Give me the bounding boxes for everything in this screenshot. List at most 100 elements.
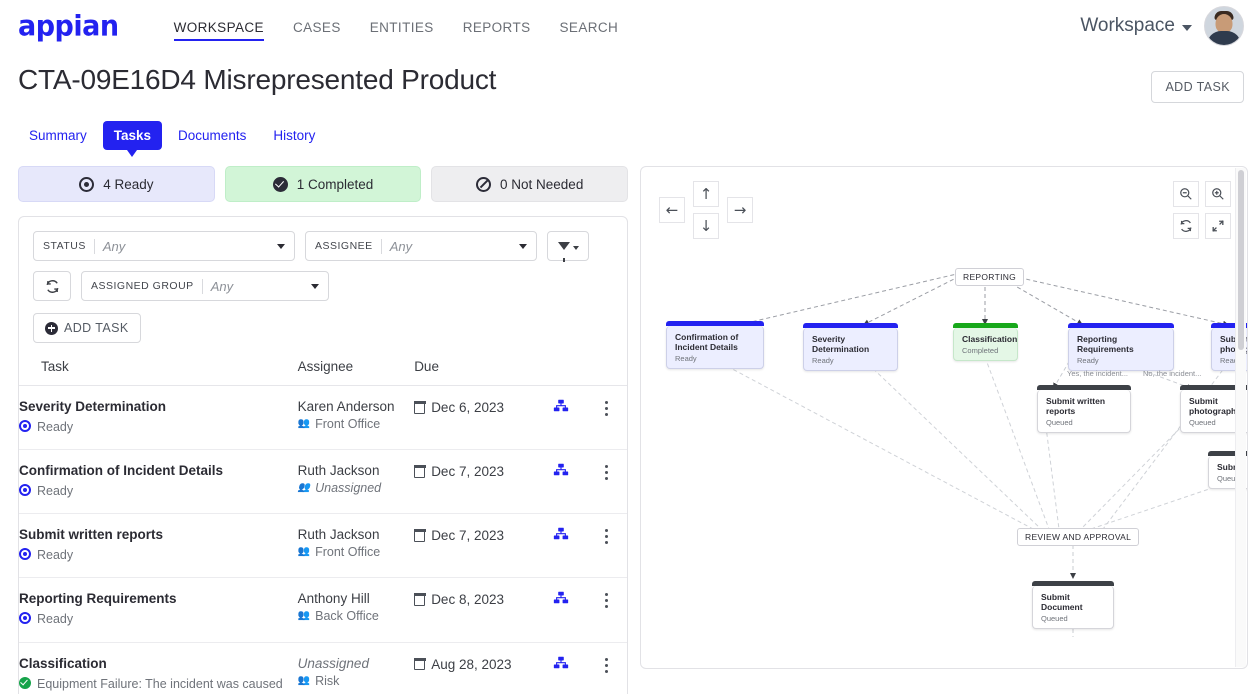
- process-node[interactable]: Reporting Requirements Ready: [1068, 323, 1174, 371]
- calendar-icon: [413, 401, 426, 414]
- check-circle-icon: [19, 676, 31, 689]
- due-date: Dec 7, 2023: [413, 527, 536, 543]
- due-cell: Aug 28, 2023: [413, 642, 536, 694]
- tab-tasks[interactable]: Tasks: [102, 121, 163, 150]
- task-list-card: STATUS Any ASSIGNEE Any ASSIGNED GROUP A…: [18, 216, 628, 694]
- assignee-filter-value: Any: [389, 238, 413, 254]
- avatar[interactable]: [1204, 6, 1244, 46]
- row-menu-cell: [586, 385, 627, 451]
- row-menu-button[interactable]: [605, 401, 609, 416]
- process-node[interactable]: Severity Determination Ready: [803, 323, 898, 371]
- edge-label: Yes, the incident...: [1067, 369, 1129, 378]
- assignee-group-label: Back Office: [315, 609, 379, 624]
- filter-button[interactable]: [547, 231, 589, 262]
- diagram-container: ↑ ↓ ← → REPORTING REVIEW AND APPROVAL Co…: [640, 166, 1248, 669]
- node-status: Ready: [1077, 356, 1099, 366]
- task-cell: Severity Determination Ready: [19, 385, 298, 451]
- assignee-name: Anthony Hill: [297, 591, 370, 607]
- tab-summary[interactable]: Summary: [18, 121, 98, 150]
- tree-view-icon[interactable]: [553, 591, 569, 604]
- check-circle-icon: [272, 176, 288, 192]
- sub-tabs: Summary Tasks Documents History: [0, 103, 1260, 150]
- pill-completed[interactable]: 1 Completed: [224, 166, 422, 202]
- process-node[interactable]: Classification Completed: [953, 323, 1018, 361]
- add-task-button-header[interactable]: ADD TASK: [1151, 71, 1244, 103]
- refresh-icon: [45, 279, 59, 293]
- ban-icon: [476, 176, 492, 192]
- chevron-down-icon: [311, 283, 319, 289]
- process-node[interactable]: Submit written reports Queued: [1037, 385, 1131, 433]
- workspace-menu[interactable]: Workspace: [1080, 15, 1192, 37]
- row-menu-cell: [586, 642, 627, 694]
- nav-item-entities[interactable]: ENTITIES: [370, 0, 434, 52]
- assigned-group-filter-value: Any: [210, 278, 234, 294]
- tree-view-icon[interactable]: [553, 527, 569, 540]
- tree-view-icon[interactable]: [553, 463, 569, 476]
- funnel-icon: [557, 242, 570, 262]
- assignee-group: 👥 Unassigned: [298, 481, 415, 495]
- node-label: Severity Determination: [812, 334, 870, 355]
- group-icon: 👥: [297, 674, 311, 686]
- row-menu-cell: [586, 449, 627, 515]
- status-filter-select[interactable]: STATUS Any: [33, 231, 295, 261]
- process-node[interactable]: Confirmation of Incident Details Ready: [666, 321, 764, 369]
- row-menu-button[interactable]: [605, 593, 609, 609]
- node-label: Submit written reports: [1046, 396, 1106, 417]
- pill-not-needed[interactable]: 0 Not Needed: [431, 166, 629, 202]
- assignee-group: 👥 Back Office: [298, 609, 415, 623]
- task-cell: Classification Equipment Failure: The inc…: [19, 642, 298, 694]
- due-date-label: Dec 8, 2023: [431, 592, 504, 608]
- actions-cell: [536, 642, 587, 694]
- tree-view-icon[interactable]: [553, 656, 569, 669]
- table-row[interactable]: Submit written reports Ready Ruth Jackson 👥…: [19, 513, 627, 579]
- appian-logo[interactable]: appian: [18, 12, 119, 40]
- tab-history[interactable]: History: [262, 121, 326, 150]
- node-status-bar: [666, 321, 764, 326]
- due-date-label: Aug 28, 2023: [431, 656, 512, 672]
- add-task-button-label: ADD TASK: [64, 321, 129, 335]
- table-row[interactable]: Reporting Requirements Ready Anthony Hill 👥…: [19, 577, 627, 643]
- calendar-icon: [413, 657, 426, 670]
- assignee-filter-select[interactable]: ASSIGNEE Any: [305, 231, 537, 261]
- nav-item-workspace[interactable]: WORKSPACE: [173, 0, 265, 52]
- row-menu-button[interactable]: [605, 465, 609, 481]
- assignee-group: 👥 Risk: [298, 674, 415, 688]
- scrollbar-thumb[interactable]: [1238, 170, 1244, 350]
- task-status: Ready: [19, 610, 298, 628]
- row-menu-button[interactable]: [605, 657, 609, 673]
- column-header-task: Task: [19, 359, 298, 386]
- diagram-canvas[interactable]: [641, 167, 1247, 668]
- node-status: Ready: [675, 354, 697, 364]
- assignee-group-label: Front Office: [315, 545, 381, 560]
- node-label: Submit Document: [1041, 592, 1083, 613]
- nav-item-search[interactable]: SEARCH: [560, 0, 619, 52]
- stage-label[interactable]: REPORTING: [955, 268, 1025, 286]
- title-row: CTA-09E16D4 Misrepresented Product ADD T…: [0, 52, 1260, 103]
- add-task-button[interactable]: ADD TASK: [33, 313, 141, 343]
- row-menu-button[interactable]: [605, 529, 609, 545]
- add-task-row: ADD TASK: [19, 301, 627, 343]
- stage-label[interactable]: REVIEW AND APPROVAL: [1017, 528, 1140, 546]
- nav-item-cases[interactable]: CASES: [293, 0, 341, 52]
- table-row[interactable]: Severity Determination Ready Karen Anderso…: [19, 385, 627, 451]
- node-label: Reporting Requirements: [1077, 334, 1134, 355]
- row-menu-cell: [586, 577, 627, 643]
- assignee-group: 👥 Front Office: [298, 545, 415, 559]
- table-row[interactable]: Confirmation of Incident Details Ready Rut…: [19, 449, 627, 515]
- table-row[interactable]: Classification Equipment Failure: The inc…: [19, 642, 627, 694]
- process-diagram-panel: ↑ ↓ ← → REPORTING REVIEW AND APPROVAL Co…: [640, 166, 1248, 669]
- diagram-scrollbar[interactable]: [1235, 168, 1246, 667]
- assignee-group-label: Front Office: [315, 417, 381, 431]
- assigned-group-filter-select[interactable]: ASSIGNED GROUP Any: [81, 271, 329, 301]
- tab-documents[interactable]: Documents: [167, 121, 257, 150]
- pill-not-needed-label: 0 Not Needed: [500, 176, 584, 192]
- node-label: Classification: [962, 334, 1018, 344]
- refresh-button[interactable]: [33, 271, 71, 301]
- task-panel: 4 Ready 1 Completed 0 Not Needed STATUS …: [18, 166, 629, 694]
- process-node[interactable]: Submit Document Queued: [1032, 581, 1114, 629]
- pill-ready[interactable]: 4 Ready: [18, 166, 215, 202]
- avatar-body: [1207, 31, 1241, 45]
- chevron-down-icon: [519, 243, 527, 249]
- tree-view-icon[interactable]: [553, 399, 569, 412]
- nav-item-reports[interactable]: REPORTS: [463, 0, 531, 52]
